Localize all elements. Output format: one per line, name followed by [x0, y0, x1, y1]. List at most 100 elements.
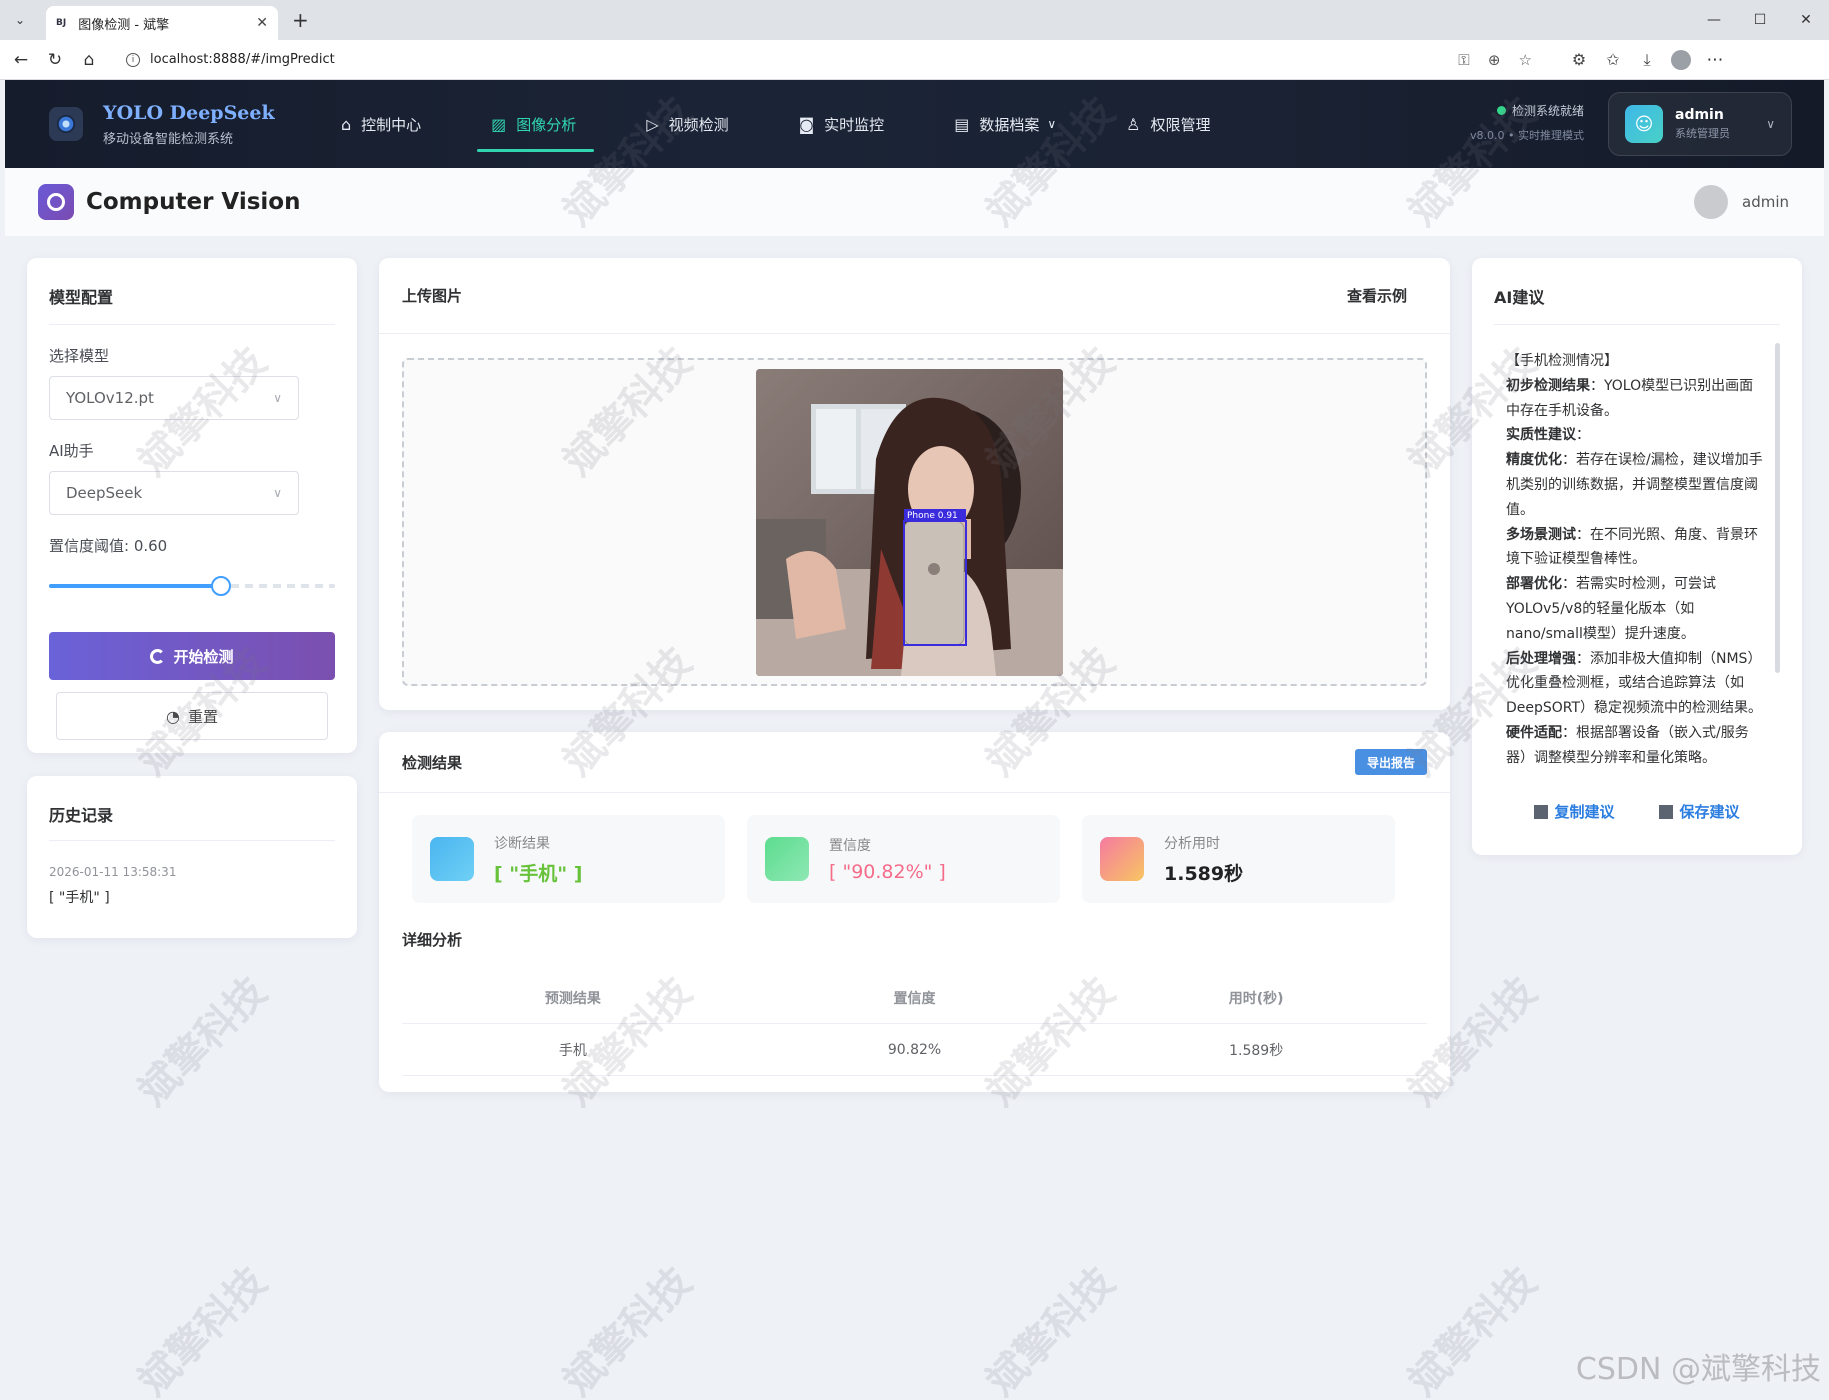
upload-dropzone[interactable]: Phone 0.91: [402, 358, 1427, 686]
watermark: 斌擎科技: [1399, 1258, 1546, 1400]
model-config-card: 模型配置 选择模型 YOLOv12.pt ∨ AI助手 DeepSeek ∨ 置…: [27, 258, 357, 753]
stat-value: [ "90.82%" ]: [829, 861, 946, 883]
export-report-button[interactable]: 导出报告: [1354, 749, 1427, 775]
page-title: Computer Vision: [86, 189, 301, 215]
nav-item-dashboard[interactable]: ⌂ 控制中心: [335, 80, 427, 168]
ai-advice-paragraph: 硬件适配：根据部署设备（嵌入式/服务器）调整模型分辨率和量化策略。: [1506, 724, 1749, 766]
nav-item-data-archive[interactable]: ▤ 数据档案 ∨: [948, 80, 1062, 168]
ai-advice-paragraph: 部署优化：若需实时检测，可尝试YOLOv5/v8的轻量化版本（如nano/sma…: [1506, 576, 1716, 642]
model-select-value: YOLOv12.pt: [66, 389, 154, 407]
diagnosis-icon: [430, 837, 474, 881]
stat-label: 分析用时: [1164, 835, 1220, 852]
user-avatar-icon: ☺: [1625, 105, 1663, 143]
detection-image: Phone 0.91: [756, 369, 1063, 676]
chevron-down-icon: ∨: [1766, 117, 1775, 131]
ai-advice-paragraph: 实质性建议：: [1506, 427, 1590, 444]
nav-label: 实时监控: [824, 115, 885, 134]
tab-list-chevron-icon[interactable]: ⌄: [6, 6, 34, 34]
history-card: 历史记录 2026-01-11 13:58:31 [ "手机" ]: [27, 776, 357, 938]
table-header-row: 预测结果 置信度 用时(秒): [402, 972, 1427, 1024]
nav-item-video-detection[interactable]: ▷ 视频检测: [640, 80, 734, 168]
reload-icon[interactable]: ↻: [38, 43, 72, 77]
divider: [49, 324, 335, 325]
table-header: 置信度: [893, 990, 936, 1007]
tab-close-icon[interactable]: ✕: [256, 15, 268, 31]
ai-advice-card: AI建议 【手机检测情况】 初步检测结果：YOLO模型已识别出画面中存在手机设备…: [1472, 258, 1802, 855]
download-icon[interactable]: ⤓: [1630, 50, 1664, 70]
reset-button[interactable]: ◔ 重置: [56, 692, 328, 740]
nav-item-permissions[interactable]: ♙ 权限管理: [1120, 80, 1216, 168]
profile-avatar-icon[interactable]: [1671, 49, 1691, 70]
clock-icon: ◔: [166, 706, 180, 726]
user-name: admin: [1675, 107, 1724, 123]
favorites-icon[interactable]: ✩: [1596, 50, 1630, 70]
stat-value: [ "手机" ]: [494, 862, 583, 885]
more-menu-icon[interactable]: ⋯: [1698, 43, 1732, 77]
upload-card: 上传图片 查看示例 Phone 0.91: [379, 258, 1450, 710]
key-icon[interactable]: ⚿: [1458, 51, 1469, 69]
back-arrow-icon[interactable]: ←: [4, 43, 38, 77]
star-icon[interactable]: ☆: [1519, 51, 1532, 69]
status-text: 检测系统就绪: [1511, 104, 1584, 118]
browser-toolbar: ← ↻ ⌂ i localhost:8888/#/imgPredict ⚿ ⊕ …: [0, 40, 1829, 80]
minimize-icon[interactable]: —: [1691, 0, 1737, 40]
table-cell: 手机: [558, 1042, 587, 1059]
threshold-slider[interactable]: [49, 574, 335, 598]
history-time: 2026-01-11 13:58:31: [49, 865, 177, 879]
ai-select-value: DeepSeek: [66, 484, 143, 502]
results-card: 检测结果 导出报告 诊断结果 [ "手机" ] 置信度 [ "90.82%" ]…: [379, 732, 1450, 1092]
watermark: 斌擎科技: [129, 1258, 276, 1400]
ai-advice-heading: 【手机检测情况】: [1506, 353, 1618, 369]
status-dot-icon: [1496, 106, 1506, 115]
cv-logo-icon: [38, 184, 74, 220]
copy-advice-button[interactable]: 复制建议: [1534, 801, 1615, 822]
model-config-title: 模型配置: [49, 288, 114, 307]
extensions-icon[interactable]: ⚙: [1562, 50, 1596, 70]
ai-advice-title: AI建议: [1494, 288, 1545, 307]
stat-diagnosis: 诊断结果 [ "手机" ]: [412, 815, 725, 903]
maximize-icon[interactable]: ☐: [1737, 0, 1783, 40]
table-row: 手机 90.82% 1.589秒: [402, 1024, 1427, 1076]
start-detection-button[interactable]: 开始检测: [49, 632, 335, 680]
new-tab-plus-icon[interactable]: +: [292, 8, 309, 32]
reset-button-label: 重置: [187, 707, 218, 726]
csdn-watermark: CSDN @斌擎科技: [1575, 1352, 1821, 1387]
home-icon[interactable]: ⌂: [72, 43, 106, 77]
ai-assistant-select[interactable]: DeepSeek ∨: [49, 471, 299, 515]
main-nav: ⌂ 控制中心 ▨ 图像分析 ▷ 视频检测 ◙ 实时监控 ▤ 数据档案 ∨ ♙ 权…: [335, 80, 1274, 168]
user-menu[interactable]: ☺ admin 系统管理员 ∨: [1608, 92, 1792, 156]
stat-duration: 分析用时 1.589秒: [1082, 815, 1395, 903]
home-icon: ⌂: [341, 114, 352, 134]
model-select[interactable]: YOLOv12.pt ∨: [49, 376, 299, 420]
chevron-down-icon: ∨: [273, 486, 282, 500]
slider-fill: [49, 584, 221, 588]
watermark: 斌擎科技: [977, 1258, 1124, 1400]
table-cell: 90.82%: [887, 1041, 942, 1058]
browser-tab[interactable]: BJ 图像检测 - 斌擎 ✕: [46, 6, 278, 40]
url-text[interactable]: localhost:8888/#/imgPredict: [150, 52, 1444, 67]
chevron-down-icon: ∨: [273, 391, 282, 405]
table-header: 预测结果: [544, 990, 601, 1007]
window-close-icon[interactable]: ✕: [1783, 0, 1829, 40]
save-advice-button[interactable]: 保存建议: [1659, 801, 1740, 822]
duration-icon: [1100, 837, 1144, 881]
stat-label: 诊断结果: [494, 835, 550, 852]
nav-item-live-monitor[interactable]: ◙ 实时监控: [793, 80, 891, 168]
history-item[interactable]: [ "手机" ]: [49, 887, 335, 907]
detail-table: 预测结果 置信度 用时(秒) 手机 90.82% 1.589秒: [402, 972, 1427, 1076]
zoom-icon[interactable]: ⊕: [1488, 51, 1501, 69]
subheader-user[interactable]: admin: [1694, 185, 1789, 219]
nav-label: 控制中心: [361, 115, 422, 134]
ai-advice-paragraph: 精度优化：若存在误检/漏检，建议增加手机类别的训练数据，并调整模型置信度阈值。: [1506, 452, 1763, 518]
browser-tabstrip: ⌄ BJ 图像检测 - 斌擎 ✕ + — ☐ ✕: [0, 0, 1829, 40]
confidence-icon: [765, 837, 809, 881]
slider-thumb[interactable]: [211, 576, 231, 596]
site-info-icon[interactable]: i: [126, 52, 140, 67]
nav-item-image-analysis[interactable]: ▨ 图像分析: [477, 80, 595, 168]
address-bar[interactable]: i localhost:8888/#/imgPredict ⚿ ⊕ ☆: [114, 44, 1544, 75]
scrollbar[interactable]: [1775, 343, 1780, 673]
view-example-link[interactable]: 查看示例: [1347, 285, 1407, 306]
chevron-down-icon: ∨: [1047, 117, 1057, 131]
avatar[interactable]: [1694, 185, 1728, 219]
ai-advice-body[interactable]: 【手机检测情况】 初步检测结果：YOLO模型已识别出画面中存在手机设备。 实质性…: [1494, 339, 1780, 779]
